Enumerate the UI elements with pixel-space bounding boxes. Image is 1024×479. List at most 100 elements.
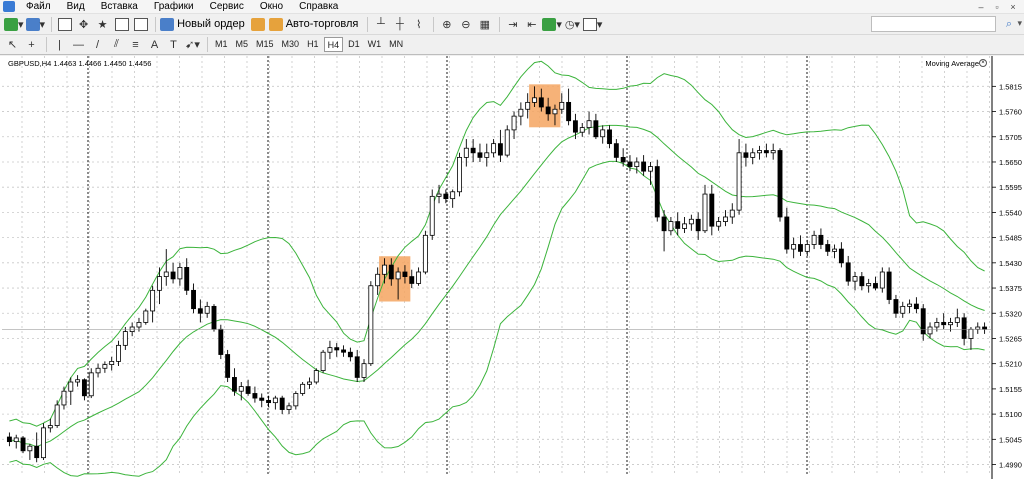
candle-bear	[818, 234, 824, 245]
trendline-button[interactable]: /	[89, 36, 106, 53]
candle-bull	[682, 223, 687, 229]
minimize-button[interactable]: –	[976, 2, 986, 12]
line-studies-toolbar: ↖ + | — / ⫽ ≡ A T ➹▾ M1 M5 M15 M30 H1 H4…	[0, 35, 1024, 55]
window-controls: – ▫ ×	[976, 2, 1024, 12]
restore-button[interactable]: ▫	[992, 2, 1002, 12]
close-button[interactable]: ×	[1008, 2, 1018, 12]
candle-bear	[920, 308, 926, 335]
candle-bear	[777, 150, 783, 218]
menu-view[interactable]: Вид	[60, 0, 94, 14]
menu-insert[interactable]: Вставка	[94, 0, 147, 14]
candle-bull	[900, 305, 906, 314]
standard-toolbar: ▾ ▾ ✥ ★ Новый ордер Авто-торговля ┴ ┼ ⌇ …	[0, 14, 1024, 35]
metaeditor-button[interactable]	[250, 16, 267, 33]
timeframe-m15[interactable]: M15	[253, 37, 277, 52]
profiles-icon	[25, 17, 40, 31]
candle-bear	[225, 354, 231, 378]
candle-bear	[232, 377, 237, 392]
menu-file[interactable]: Файл	[19, 0, 60, 14]
candle-bull	[382, 264, 387, 275]
auto-scroll-button[interactable]: ⇥	[504, 16, 521, 33]
price-tick-label: 1.5045	[999, 435, 1022, 444]
candle-bear	[409, 276, 415, 284]
toolbar-separator	[499, 16, 501, 32]
search-input[interactable]	[871, 16, 996, 32]
candle-bull	[27, 445, 33, 452]
periods-button[interactable]: ◷▾	[564, 16, 581, 33]
candle-bull	[504, 129, 510, 156]
text-button[interactable]: A	[146, 36, 163, 53]
candle-bear	[470, 147, 476, 154]
candle-bull	[688, 218, 694, 225]
price-tick-label: 1.5705	[999, 133, 1022, 142]
menu-charts[interactable]: Графики	[147, 0, 203, 14]
search-icon[interactable]: ⌕	[1006, 18, 1012, 31]
candle-bull	[156, 276, 162, 291]
channel-button[interactable]: ⫽	[108, 36, 125, 53]
crosshair-button[interactable]: +	[23, 36, 40, 53]
candle-bear	[497, 143, 503, 156]
candle-bear	[279, 397, 285, 410]
timeframe-mn[interactable]: MN	[386, 37, 406, 52]
candle-bull	[88, 372, 94, 397]
candle-bull	[204, 305, 210, 314]
timeframe-m5[interactable]: M5	[233, 37, 252, 52]
menu-help[interactable]: Справка	[292, 0, 347, 14]
chart-shift-button[interactable]: ⇤	[523, 16, 540, 33]
market-watch-button[interactable]	[56, 16, 73, 33]
bar-chart-button[interactable]: ┴	[372, 16, 389, 33]
candle-bear	[20, 437, 26, 452]
tester-button[interactable]	[132, 16, 149, 33]
cursor-button[interactable]: ↖	[4, 36, 21, 53]
price-tick-label: 1.5760	[999, 108, 1022, 117]
zoom-in-button[interactable]: ⊕	[438, 16, 455, 33]
candle-bear	[798, 244, 803, 252]
timeframe-m30[interactable]: M30	[279, 37, 303, 52]
timeframe-w1[interactable]: W1	[365, 37, 385, 52]
price-tick-label: 1.5430	[999, 259, 1022, 268]
zoom-out-button[interactable]: ⊖	[457, 16, 474, 33]
fibonacci-button[interactable]: ≡	[127, 36, 144, 53]
templates-icon	[582, 17, 597, 31]
timeframe-d1[interactable]: D1	[345, 37, 363, 52]
candle-bear	[388, 264, 394, 280]
search-dropdown-icon[interactable]: ▾	[1017, 18, 1022, 29]
candle-bear	[709, 193, 715, 227]
auto-trading-button[interactable]: Авто-торговля	[268, 16, 362, 33]
candle-bull	[804, 244, 810, 252]
candle-bull	[668, 221, 674, 232]
vertical-line-button[interactable]: |	[51, 36, 68, 53]
candle-bull	[293, 393, 299, 407]
line-chart-button[interactable]: ⌇	[410, 16, 427, 33]
candle-bull	[723, 216, 728, 222]
candle-bull	[313, 370, 319, 383]
menu-window[interactable]: Окно	[253, 0, 292, 14]
candle-bull	[866, 283, 872, 287]
new-order-button[interactable]: Новый ордер	[160, 16, 248, 33]
menu-tools[interactable]: Сервис	[203, 0, 253, 14]
navigator-button[interactable]: ✥	[75, 16, 92, 33]
timeframe-h4[interactable]: H4	[323, 37, 344, 52]
candle-bull	[948, 322, 953, 326]
candlestick-button[interactable]: ┼	[391, 16, 408, 33]
candle-bear	[34, 445, 40, 459]
profiles-button[interactable]: ▾	[25, 16, 45, 33]
price-chart[interactable]: 1.5815 1.5760 1.5705 1.5650 1.5595 1.5540 1.54…	[0, 56, 1024, 479]
timeframe-h1[interactable]: H1	[304, 37, 322, 52]
arrows-button[interactable]: ➹▾	[184, 36, 201, 53]
templates-button[interactable]: ▾	[582, 16, 602, 33]
timeframe-m1[interactable]: M1	[212, 37, 231, 52]
indicators-button[interactable]: ▾	[542, 16, 562, 33]
terminal-button[interactable]	[113, 16, 130, 33]
tile-windows-button[interactable]: ▦	[476, 16, 493, 33]
favorites-button[interactable]: ★	[94, 16, 111, 33]
candle-bear	[211, 305, 217, 330]
candle-bull	[750, 152, 756, 158]
chart-window[interactable]: 1.5815 1.5760 1.5705 1.5650 1.5595 1.5540 1.54…	[0, 56, 1024, 479]
label-button[interactable]: T	[165, 36, 182, 53]
candle-bear	[838, 248, 844, 264]
candle-bear	[354, 356, 360, 378]
indicator-close-icon[interactable]: ×	[979, 59, 987, 67]
horizontal-line-button[interactable]: —	[70, 36, 87, 53]
new-chart-button[interactable]: ▾	[4, 16, 24, 33]
